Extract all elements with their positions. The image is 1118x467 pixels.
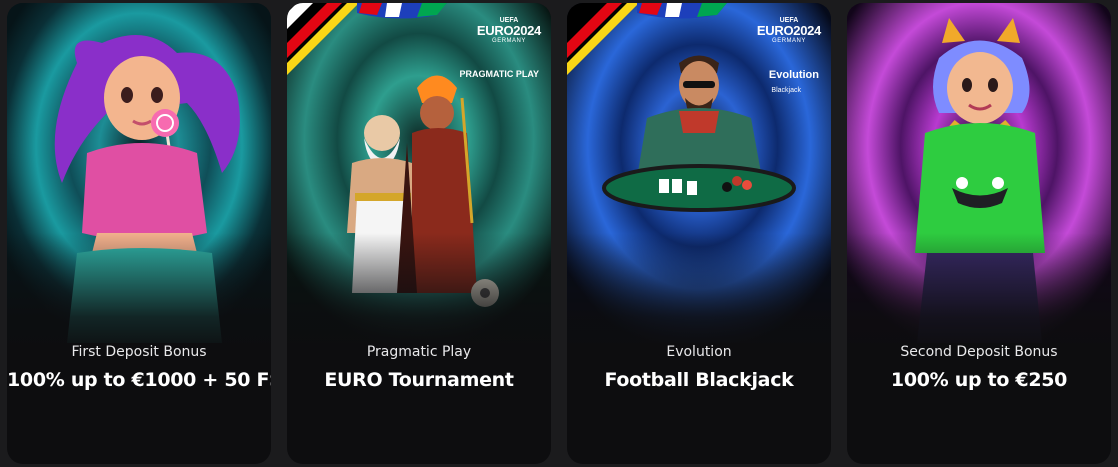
card-fade-overlay (567, 233, 831, 353)
euro2024-logo: UEFA EURO2024 GERMANY (476, 17, 541, 44)
promotions-row: First Deposit Bonus 100% up to €1000 + 5… (0, 0, 1118, 467)
euro2024-logo: UEFA EURO2024 GERMANY (756, 17, 821, 44)
promo-card-euro-tournament[interactable]: UEFA EURO2024 GERMANY PRAGMATIC PLAY Pra… (287, 3, 551, 464)
promo-title: Football Blackjack (604, 369, 794, 391)
promo-title: 100% up to €1000 + 50 FS (7, 369, 271, 391)
card-fade-overlay (287, 233, 551, 353)
promo-subtitle: First Deposit Bonus (71, 344, 207, 360)
blackjack-logo: Blackjack (771, 87, 801, 94)
promo-title: EURO Tournament (324, 369, 514, 391)
promo-title: 100% up to €250 (890, 369, 1068, 391)
pragmatic-play-logo: PRAGMATIC PLAY (459, 69, 539, 79)
promo-card-football-blackjack[interactable]: UEFA EURO2024 GERMANY Evolution Blackjac… (567, 3, 831, 464)
evolution-logo: Evolution (768, 69, 819, 81)
promo-subtitle: Evolution (666, 344, 732, 360)
card-fade-overlay (7, 233, 271, 353)
promo-card-second-deposit[interactable]: Second Deposit Bonus 100% up to €250 (847, 3, 1111, 464)
promo-subtitle: Pragmatic Play (366, 344, 472, 360)
card-fade-overlay (847, 233, 1111, 353)
promo-card-first-deposit[interactable]: First Deposit Bonus 100% up to €1000 + 5… (7, 3, 271, 464)
promo-subtitle: Second Deposit Bonus (900, 344, 1058, 360)
